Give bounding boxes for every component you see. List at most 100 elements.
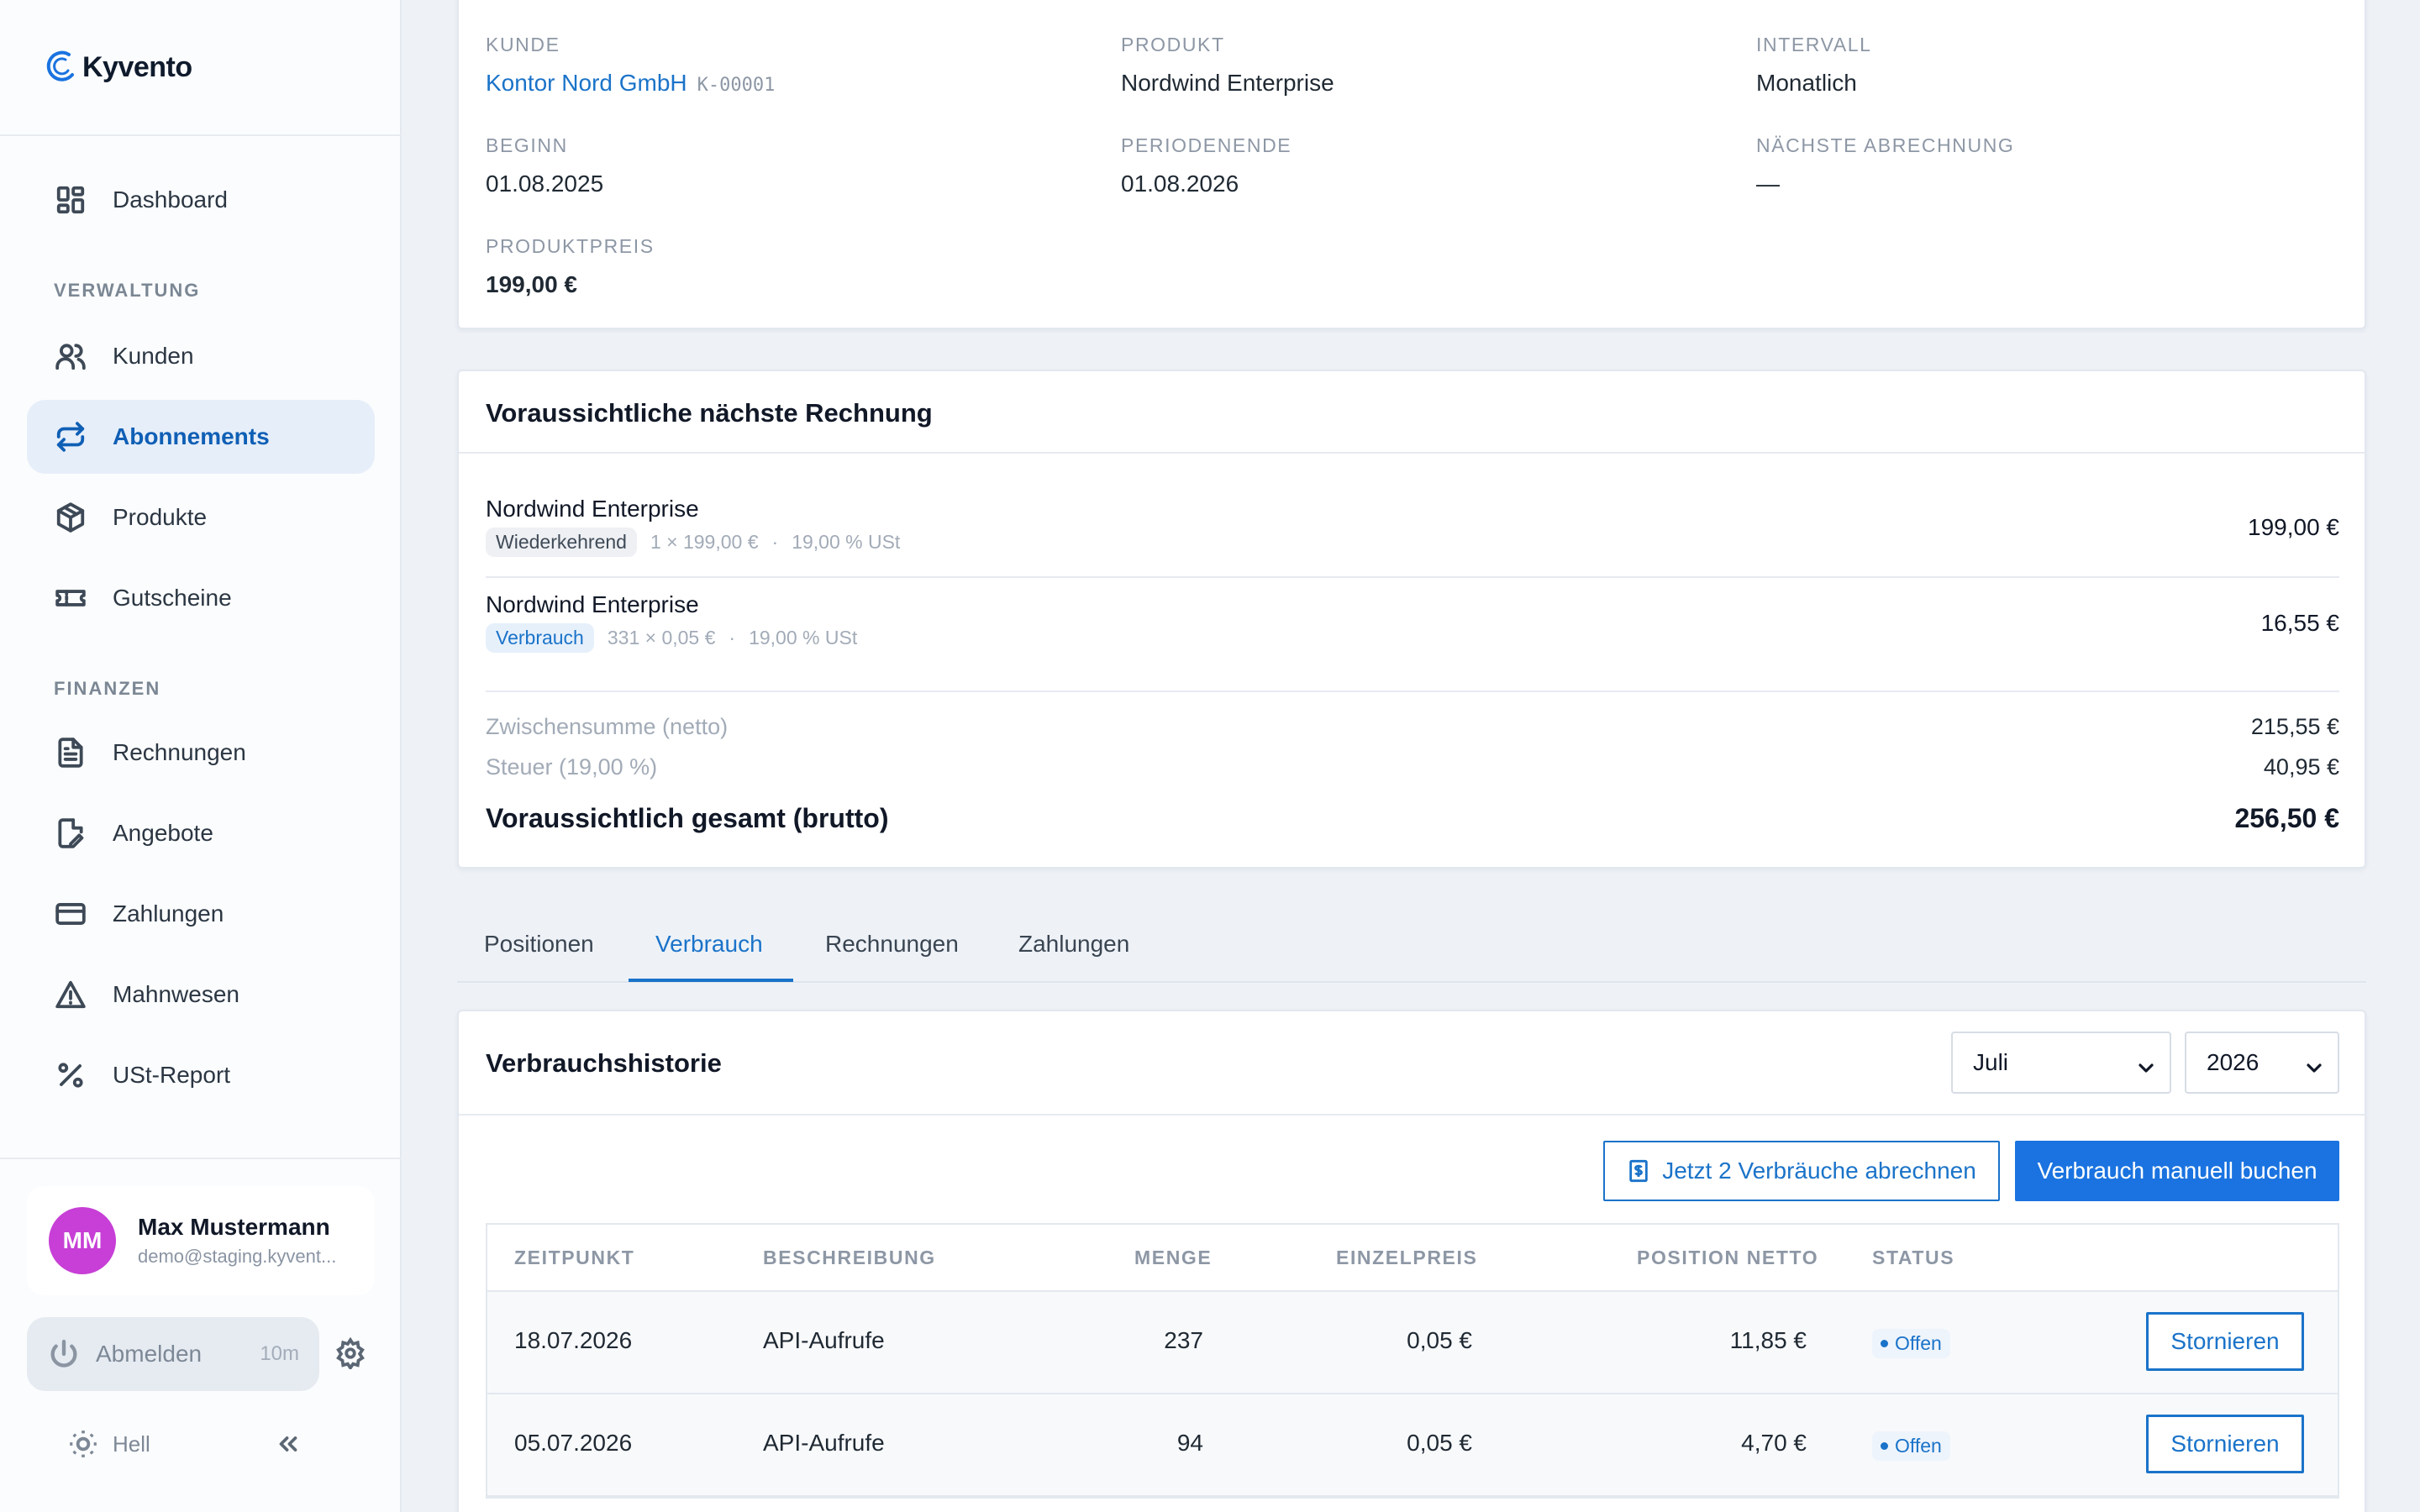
sidebar-item-ust-report[interactable]: USt-Report — [27, 1038, 375, 1112]
sidebar-item-label: Dashboard — [113, 186, 228, 213]
next-billing-value: — — [1756, 171, 1780, 197]
field-produkt: PRODUKT Nordwind Enterprise — [1121, 34, 1334, 97]
field-label: PERIODENENDE — [1121, 134, 1292, 156]
box-icon — [54, 501, 87, 534]
users-icon — [54, 339, 87, 373]
sidebar-item-kunden[interactable]: Kunden — [27, 319, 375, 393]
user-card[interactable]: MM Max Mustermann demo@staging.kyvent... — [27, 1186, 375, 1295]
cell-net-amount: 11,85 € — [1729, 1327, 1807, 1353]
subscription-details-card: KUNDE Kontor Nord GmbH K-00001 PRODUKT No… — [457, 0, 2366, 329]
active-tab-indicator — [629, 979, 793, 982]
field-label: BEGINN — [486, 134, 568, 156]
sidebar-item-label: Zahlungen — [113, 900, 224, 927]
collapse-sidebar-button[interactable] — [274, 1430, 304, 1460]
status-badge: Offen — [1872, 1329, 1950, 1358]
sidebar-item-label: Rechnungen — [113, 739, 246, 765]
cell-quantity: 237 — [1164, 1327, 1203, 1353]
field-kunde: KUNDE Kontor Nord GmbH K-00001 — [486, 34, 775, 97]
subtotal-label: Zwischensumme (netto) — [486, 714, 729, 739]
cell-unit-price: 0,05 € — [1407, 1327, 1472, 1353]
line-item-title: Nordwind Enterprise — [486, 591, 699, 617]
card-title: Voraussichtliche nächste Rechnung — [486, 398, 933, 428]
year-select[interactable]: 2026 — [2185, 1032, 2339, 1094]
tab-positionen[interactable]: Positionen — [484, 931, 594, 958]
forecast-line-item: Nordwind Enterprise Verbrauch 331 × 0,05… — [486, 591, 2339, 653]
logout-button[interactable]: Abmelden 10m — [27, 1317, 319, 1391]
ticket-icon — [54, 581, 87, 615]
recurring-badge: Wiederkehrend — [486, 528, 637, 557]
tab-zahlungen[interactable]: Zahlungen — [1018, 931, 1129, 958]
sidebar-item-gutscheine[interactable]: Gutscheine — [27, 561, 375, 635]
credit-card-icon — [54, 897, 87, 931]
month-select[interactable]: Juli — [1951, 1032, 2171, 1094]
forecast-line-item: Nordwind Enterprise Wiederkehrend 1 × 19… — [486, 496, 2339, 557]
year-value: 2026 — [2207, 1049, 2260, 1075]
repeat-icon — [54, 420, 87, 454]
cancel-usage-button[interactable]: Stornieren — [2146, 1312, 2304, 1371]
chevrons-left-icon — [279, 1436, 297, 1452]
cell-date: 05.07.2026 — [514, 1430, 633, 1456]
customer-name[interactable]: Kontor Nord GmbH — [486, 70, 687, 96]
sidebar: Kyvento Dashboard VERWALTUNG Kunden Abon… — [0, 0, 402, 1512]
line-item-tax: 19,00 % USt — [749, 627, 858, 648]
table-header: ZEITPUNKT BESCHREIBUNG MENGE EINZELPREIS… — [487, 1225, 2338, 1292]
sidebar-item-rechnungen[interactable]: Rechnungen — [27, 716, 375, 790]
line-item-quantity: 331 × 0,05 € — [607, 627, 716, 648]
total-label: Voraussichtlich gesamt (brutto) — [486, 803, 889, 833]
subtotal-row: Zwischensumme (netto) 215,55 € — [486, 714, 2339, 740]
tab-rechnungen[interactable]: Rechnungen — [825, 931, 959, 958]
subtotal-value: 215,55 € — [2250, 714, 2339, 739]
bill-usage-button[interactable]: Jetzt 2 Verbräuche abrechnen — [1603, 1141, 2000, 1201]
field-label: INTERVALL — [1756, 34, 1872, 55]
power-icon — [50, 1339, 77, 1368]
sidebar-item-label: Produkte — [113, 504, 208, 530]
app-name: Kyvento — [82, 50, 192, 83]
customer-link[interactable]: Kontor Nord GmbH K-00001 — [486, 70, 775, 97]
table-row: 18.07.2026 API-Aufrufe 237 0,05 € 11,85 … — [487, 1292, 2338, 1394]
sidebar-divider — [0, 1158, 402, 1159]
theme-toggle[interactable]: Hell — [67, 1428, 150, 1460]
sidebar-item-label: Angebote — [113, 820, 213, 846]
sidebar-item-abonnements[interactable]: Abonnements — [27, 400, 375, 474]
sidebar-item-dashboard[interactable]: Dashboard — [27, 163, 375, 237]
sidebar-divider — [0, 134, 402, 136]
dashboard-icon — [54, 183, 87, 217]
settings-button[interactable] — [334, 1336, 368, 1371]
month-value: Juli — [1973, 1049, 2009, 1075]
book-usage-button[interactable]: Verbrauch manuell buchen — [2015, 1141, 2339, 1201]
field-periodenende: PERIODENENDE 01.08.2026 — [1121, 134, 1292, 197]
column-header: ZEITPUNKT — [514, 1247, 635, 1268]
usage-table: ZEITPUNKT BESCHREIBUNG MENGE EINZELPREIS… — [486, 1223, 2339, 1499]
avatar: MM — [49, 1207, 116, 1274]
user-email: demo@staging.kyvent... — [138, 1246, 337, 1267]
total-value: 256,50 € — [2234, 803, 2339, 833]
cancel-usage-button[interactable]: Stornieren — [2146, 1415, 2304, 1473]
line-item-quantity: 1 × 199,00 € — [650, 531, 759, 553]
tax-value: 40,95 € — [2263, 754, 2339, 780]
session-timer: 10m — [260, 1342, 299, 1365]
sidebar-item-label: Mahnwesen — [113, 981, 239, 1007]
field-label: PRODUKTPREIS — [486, 235, 655, 257]
card-title: Verbrauchshistorie — [486, 1048, 722, 1078]
column-header: STATUS — [1872, 1247, 1955, 1268]
percent-icon — [54, 1058, 87, 1092]
usage-badge: Verbrauch — [486, 623, 594, 653]
sidebar-item-mahnwesen[interactable]: Mahnwesen — [27, 958, 375, 1032]
sidebar-item-angebote[interactable]: Angebote — [27, 796, 375, 870]
detail-tabs: Positionen Verbrauch Rechnungen Zahlunge… — [457, 911, 2366, 983]
section-verwaltung: VERWALTUNG — [54, 280, 201, 301]
app-logo[interactable]: Kyvento — [44, 42, 192, 92]
cell-description: API-Aufrufe — [763, 1430, 885, 1456]
line-item-amount: 16,55 € — [2260, 610, 2339, 636]
interval-value: Monatlich — [1756, 70, 1857, 96]
tab-verbrauch[interactable]: Verbrauch — [655, 931, 763, 958]
status-dot — [1881, 1340, 1888, 1347]
customer-code: K-00001 — [697, 75, 776, 96]
sidebar-item-produkte[interactable]: Produkte — [27, 480, 375, 554]
user-name: Max Mustermann — [138, 1214, 330, 1240]
sidebar-item-zahlungen[interactable]: Zahlungen — [27, 877, 375, 951]
separator-dot: · — [729, 627, 736, 648]
sun-icon — [70, 1431, 97, 1457]
tax-label: Steuer (19,00 %) — [486, 754, 658, 780]
card-header: Voraussichtliche nächste Rechnung — [459, 371, 2365, 454]
